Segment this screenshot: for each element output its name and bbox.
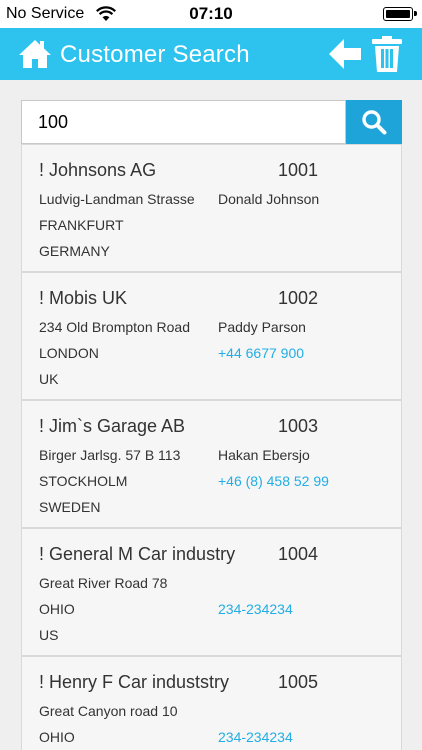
customer-card[interactable]: ! General M Car industry 1004 Great Rive… (21, 528, 402, 656)
trash-icon[interactable] (372, 36, 402, 72)
customer-card[interactable]: ! Mobis UK 1002 234 Old Brompton Road Pa… (21, 272, 402, 400)
customer-country: SWEDEN (39, 499, 101, 515)
customer-address: Ludvig-Landman Strasse (39, 191, 195, 207)
customer-city: OHIO (39, 601, 75, 617)
customer-card[interactable]: ! Johnsons AG 1001 Ludvig-Landman Strass… (21, 144, 402, 272)
customer-card[interactable]: ! Henry F Car induststry 1005 Great Cany… (21, 656, 402, 750)
customer-address: Great River Road 78 (39, 575, 168, 591)
customer-name: ! Jim`s Garage AB (39, 416, 186, 436)
status-bar: No Service 07:10 (0, 0, 422, 28)
app-header: Customer Search (0, 28, 422, 80)
customer-phone-link[interactable]: +44 6677 900 (218, 345, 304, 361)
customer-country: US (39, 627, 59, 643)
search-box (21, 100, 346, 144)
customer-country: GERMANY (39, 243, 110, 259)
customer-country: UK (39, 371, 59, 387)
customer-contact: Hakan Ebersjo (218, 447, 310, 463)
customer-name: ! Johnsons AG (39, 160, 157, 180)
customer-number: 1001 (278, 160, 319, 180)
customer-address: Great Canyon road 10 (39, 703, 178, 719)
customer-number: 1002 (278, 288, 319, 308)
customer-number: 1003 (278, 416, 319, 436)
customer-city: STOCKHOLM (39, 473, 128, 489)
customer-name: ! Mobis UK (39, 288, 128, 308)
search-icon (362, 110, 387, 135)
search-button[interactable] (346, 100, 402, 144)
customer-name: ! General M Car industry (39, 544, 236, 564)
customer-city: FRANKFURT (39, 217, 124, 233)
customer-city: OHIO (39, 729, 75, 745)
battery-icon (383, 7, 417, 21)
back-arrow-icon[interactable] (328, 37, 362, 71)
customer-phone-link[interactable]: 234-234234 (218, 729, 293, 745)
customer-contact: Donald Johnson (218, 191, 320, 207)
customer-city: LONDON (39, 345, 99, 361)
customer-name: ! Henry F Car induststry (39, 672, 230, 692)
search-input[interactable] (22, 101, 345, 143)
customer-number: 1005 (278, 672, 319, 692)
customer-card[interactable]: ! Jim`s Garage AB 1003 Birger Jarlsg. 57… (21, 400, 402, 528)
customer-number: 1004 (278, 544, 319, 564)
status-time: 07:10 (189, 4, 233, 23)
customer-contact: Paddy Parson (218, 319, 306, 335)
home-icon[interactable] (18, 38, 52, 70)
customer-address: 234 Old Brompton Road (39, 319, 190, 335)
page-title: Customer Search (60, 41, 250, 68)
customer-phone-link[interactable]: +46 (8) 458 52 99 (218, 473, 329, 489)
customer-phone-link[interactable]: 234-234234 (218, 601, 293, 617)
customer-address: Birger Jarlsg. 57 B 113 (39, 447, 181, 463)
